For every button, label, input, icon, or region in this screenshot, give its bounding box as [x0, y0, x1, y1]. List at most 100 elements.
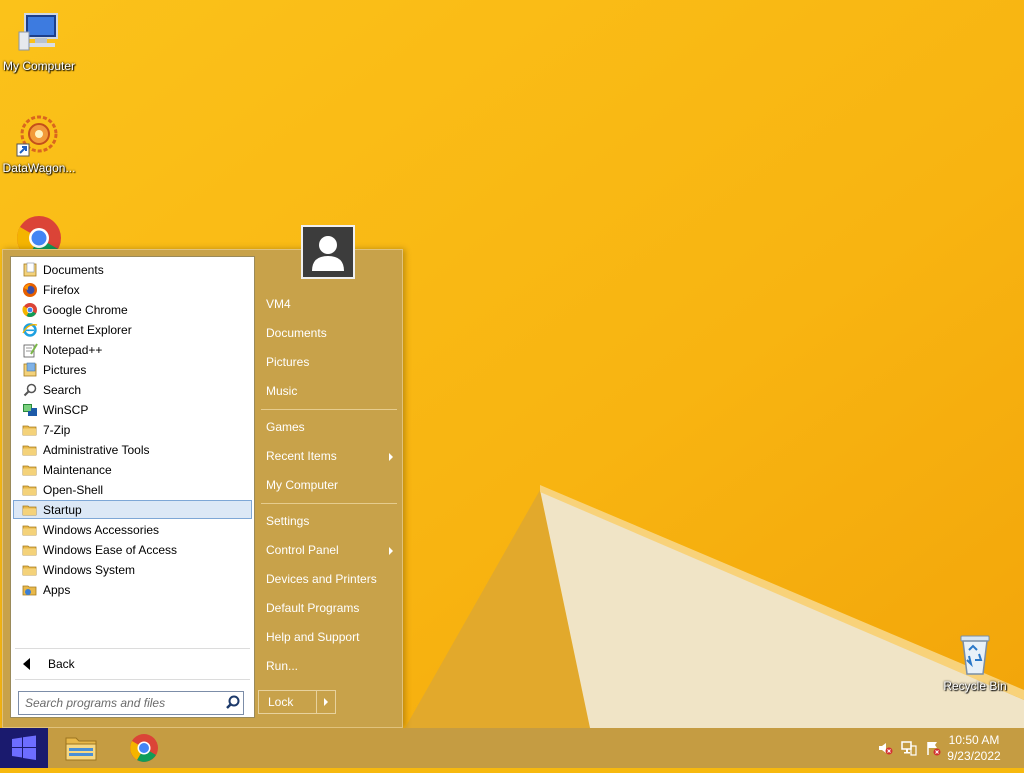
- program-item-label: Windows Ease of Access: [43, 542, 178, 557]
- program-item-label: Pictures: [43, 362, 87, 377]
- folder-icon: [22, 542, 38, 558]
- help-support-link[interactable]: Help and Support: [259, 623, 399, 652]
- control-panel-label: Control Panel: [266, 543, 339, 557]
- program-item-windows-accessories[interactable]: Windows Accessories: [13, 520, 252, 539]
- desktop-icon-recycle-bin[interactable]: Recycle Bin: [935, 630, 1015, 693]
- program-item-search[interactable]: Search: [13, 380, 252, 399]
- taskbar-chrome[interactable]: [124, 732, 164, 764]
- program-item-startup[interactable]: Startup: [13, 500, 252, 519]
- lock-button[interactable]: Lock: [259, 691, 316, 713]
- settings-link[interactable]: Settings: [259, 507, 399, 536]
- start-button[interactable]: [0, 728, 48, 768]
- folder-icon: [22, 522, 38, 538]
- program-item-label: Search: [43, 382, 82, 397]
- control-panel-menu[interactable]: Control Panel: [259, 536, 399, 565]
- clock-time: 10:50 AM: [948, 733, 1000, 747]
- firefox-icon: [22, 282, 38, 298]
- program-item-label: Documents: [43, 262, 104, 277]
- submenu-arrow-icon: [389, 547, 393, 555]
- program-item-maintenance[interactable]: Maintenance: [13, 460, 252, 479]
- program-item-notepad[interactable]: Notepad++: [13, 340, 252, 359]
- recent-items-menu[interactable]: Recent Items: [259, 442, 399, 471]
- program-item-label: Startup: [43, 502, 82, 517]
- taskbar-file-explorer[interactable]: [61, 732, 101, 764]
- devices-printers-link[interactable]: Devices and Printers: [259, 565, 399, 594]
- program-item-documents[interactable]: Documents: [13, 260, 252, 279]
- program-item-winscp[interactable]: WinSCP: [13, 400, 252, 419]
- program-item-label: Apps: [43, 582, 71, 597]
- program-item-label: Windows Accessories: [43, 522, 160, 537]
- folder-icon: [22, 422, 38, 438]
- user-avatar[interactable]: [301, 225, 355, 279]
- program-item-apps[interactable]: Apps: [13, 580, 252, 599]
- computer-icon: [15, 10, 63, 58]
- back-arrow-icon: [23, 658, 30, 670]
- shutdown-options-button[interactable]: [316, 691, 335, 713]
- taskbar-clock[interactable]: 10:50 AM 9/23/2022: [944, 732, 1004, 764]
- program-item-label: 7-Zip: [43, 422, 71, 437]
- desktop-icon-label: My Computer: [2, 59, 76, 73]
- start-menu: Documents Firefox Google Chrome Internet Ex…: [2, 225, 403, 728]
- action-center-flag-icon[interactable]: [925, 740, 941, 756]
- folder-icon: [65, 737, 97, 761]
- folder-icon: [22, 502, 38, 518]
- my-computer-link[interactable]: My Computer: [259, 471, 399, 500]
- apps-folder-icon: [22, 582, 38, 598]
- program-item-administrative-tools[interactable]: Administrative Tools: [13, 440, 252, 459]
- places-divider: [261, 503, 397, 504]
- recent-items-label: Recent Items: [266, 449, 337, 463]
- program-item-label: Open-Shell: [43, 482, 104, 497]
- datawagon-icon: [15, 112, 63, 160]
- program-item-windows-ease-of-access[interactable]: Windows Ease of Access: [13, 540, 252, 559]
- submenu-arrow-icon: [389, 453, 393, 461]
- programs-list: Documents Firefox Google Chrome Internet Ex…: [11, 257, 254, 599]
- volume-muted-icon[interactable]: [877, 740, 893, 756]
- program-item-label: Maintenance: [43, 462, 112, 477]
- search-input[interactable]: [19, 693, 223, 713]
- music-link[interactable]: Music: [259, 377, 399, 406]
- program-item-google-chrome[interactable]: Google Chrome: [13, 300, 252, 319]
- desktop-icon-label: DataWagon...: [2, 161, 76, 175]
- program-item-label: Notepad++: [43, 342, 103, 357]
- folder-icon: [22, 562, 38, 578]
- documents-link[interactable]: Documents: [259, 319, 399, 348]
- chevron-right-icon: [324, 698, 328, 706]
- program-item-windows-system[interactable]: Windows System: [13, 560, 252, 579]
- folder-docs-icon: [22, 262, 38, 278]
- winscp-icon: [22, 402, 38, 418]
- back-label: Back: [48, 657, 75, 671]
- chrome-icon: [22, 302, 38, 318]
- programs-pane: Documents Firefox Google Chrome Internet Ex…: [10, 256, 255, 718]
- program-item-pictures[interactable]: Pictures: [13, 360, 252, 379]
- desktop-icon-datawagon[interactable]: DataWagon...: [0, 112, 79, 175]
- program-item-open-shell[interactable]: Open-Shell: [13, 480, 252, 499]
- search-divider: [15, 679, 250, 680]
- program-item-firefox[interactable]: Firefox: [13, 280, 252, 299]
- lock-button-group: Lock: [258, 690, 336, 714]
- clock-date: 9/23/2022: [947, 749, 1001, 763]
- program-item-7-zip[interactable]: 7-Zip: [13, 420, 252, 439]
- back-button[interactable]: Back: [15, 653, 250, 675]
- search-icon[interactable]: [223, 693, 243, 713]
- default-programs-link[interactable]: Default Programs: [259, 594, 399, 623]
- desktop-icon-my-computer[interactable]: My Computer: [0, 10, 79, 73]
- pictures-link[interactable]: Pictures: [259, 348, 399, 377]
- chrome-icon: [130, 734, 158, 762]
- search-box: [18, 691, 244, 715]
- user-folder-link[interactable]: VM4: [259, 290, 399, 319]
- program-item-label: WinSCP: [43, 402, 89, 417]
- program-item-label: Administrative Tools: [43, 442, 150, 457]
- program-item-label: Windows System: [43, 562, 136, 577]
- folder-pictures-icon: [22, 362, 38, 378]
- program-item-label: Firefox: [43, 282, 80, 297]
- program-item-internet-explorer[interactable]: Internet Explorer: [13, 320, 252, 339]
- places-pane: VM4 Documents Pictures Music Games Recen…: [259, 290, 399, 681]
- system-tray: 10:50 AM 9/23/2022: [864, 728, 1024, 768]
- program-item-label: Internet Explorer: [43, 322, 132, 337]
- games-link[interactable]: Games: [259, 413, 399, 442]
- folder-icon: [22, 442, 38, 458]
- folder-icon: [22, 482, 38, 498]
- taskbar: 10:50 AM 9/23/2022: [0, 728, 1024, 768]
- run-link[interactable]: Run...: [259, 652, 399, 681]
- network-icon[interactable]: [901, 740, 917, 756]
